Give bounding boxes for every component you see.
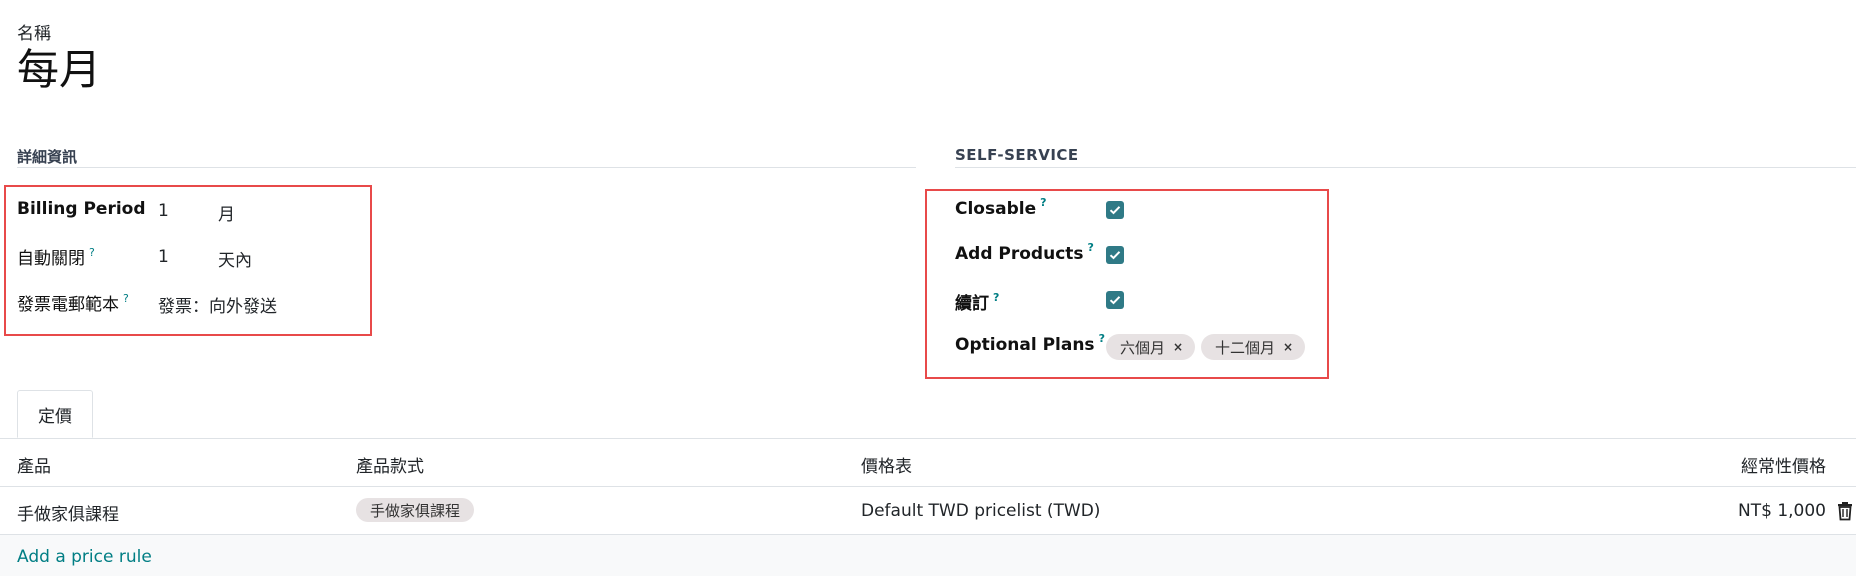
- optional-plans-label: Optional Plans?: [955, 332, 1105, 355]
- invoice-mail-template-select[interactable]: 發票：向外發送: [158, 292, 277, 317]
- trash-icon[interactable]: [1836, 501, 1854, 521]
- row-pricelist-cell[interactable]: Default TWD pricelist (TWD): [861, 501, 1100, 521]
- check-icon: [1109, 296, 1121, 305]
- auto-close-unit-label: 天內: [218, 251, 252, 271]
- details-section-title: 詳細資訊: [17, 148, 78, 166]
- renew-label-text: 續訂: [955, 294, 989, 314]
- optional-plans-help-icon[interactable]: ?: [1099, 332, 1105, 345]
- details-section-divider: [17, 167, 916, 168]
- billing-period-value-input[interactable]: 1: [158, 201, 169, 221]
- add-products-label: Add Products?: [955, 241, 1094, 264]
- optional-plan-tag: 十二個月 ×: [1201, 334, 1306, 360]
- billing-period-label: Billing Period: [17, 199, 146, 219]
- name-field-label: 名稱: [17, 24, 51, 44]
- closable-label: Closable?: [955, 196, 1047, 219]
- tab-pricing-label: 定價: [38, 406, 72, 427]
- row-recurring-price-cell[interactable]: NT$ 1,000: [1738, 501, 1826, 521]
- renew-checkbox[interactable]: [1106, 291, 1124, 309]
- check-icon: [1109, 251, 1121, 260]
- optional-plans-label-text: Optional Plans: [955, 335, 1095, 355]
- add-products-checkbox[interactable]: [1106, 246, 1124, 264]
- closable-label-text: Closable: [955, 199, 1037, 219]
- auto-close-label: 自動關閉?: [17, 244, 95, 269]
- self-service-section-divider: [955, 167, 1856, 168]
- add-price-rule-link[interactable]: Add a price rule: [17, 547, 152, 567]
- tab-pricing[interactable]: 定價: [17, 390, 93, 438]
- column-header-recurring-price[interactable]: 經常性價格: [1741, 452, 1826, 477]
- add-products-label-text: Add Products: [955, 244, 1084, 264]
- closable-help-icon[interactable]: ?: [1040, 196, 1046, 209]
- tab-bar-divider: [0, 438, 1856, 439]
- invoice-mail-template-label: 發票電郵範本?: [17, 290, 129, 315]
- invoice-mail-template-label-text: 發票電郵範本: [17, 295, 119, 315]
- self-service-section-title: SELF-SERVICE: [955, 146, 1079, 164]
- closable-checkbox[interactable]: [1106, 201, 1124, 219]
- column-header-product[interactable]: 產品: [17, 452, 51, 477]
- renew-label: 續訂?: [955, 289, 999, 314]
- invoice-mail-template-help-icon[interactable]: ?: [123, 292, 129, 305]
- optional-plan-tag-label: 十二個月: [1215, 338, 1276, 357]
- billing-period-unit-select[interactable]: 月: [218, 200, 235, 225]
- add-line-row: [0, 535, 1856, 576]
- close-icon[interactable]: ×: [1283, 340, 1293, 354]
- optional-plan-tag-label: 六個月: [1120, 338, 1166, 357]
- add-products-help-icon[interactable]: ?: [1088, 241, 1094, 254]
- row-variant-badge: 手做家俱課程: [356, 498, 475, 522]
- row-product-cell[interactable]: 手做家俱課程: [17, 500, 119, 525]
- auto-close-label-text: 自動關閉: [17, 249, 85, 269]
- auto-close-help-icon[interactable]: ?: [89, 246, 95, 259]
- name-field-input[interactable]: 每月: [17, 44, 101, 96]
- optional-plan-tag: 六個月 ×: [1106, 334, 1196, 360]
- column-header-variant[interactable]: 產品款式: [356, 452, 424, 477]
- close-icon[interactable]: ×: [1173, 340, 1183, 354]
- column-header-pricelist[interactable]: 價格表: [861, 452, 912, 477]
- check-icon: [1109, 206, 1121, 215]
- renew-help-icon[interactable]: ?: [993, 291, 999, 304]
- auto-close-value-input[interactable]: 1: [158, 247, 169, 267]
